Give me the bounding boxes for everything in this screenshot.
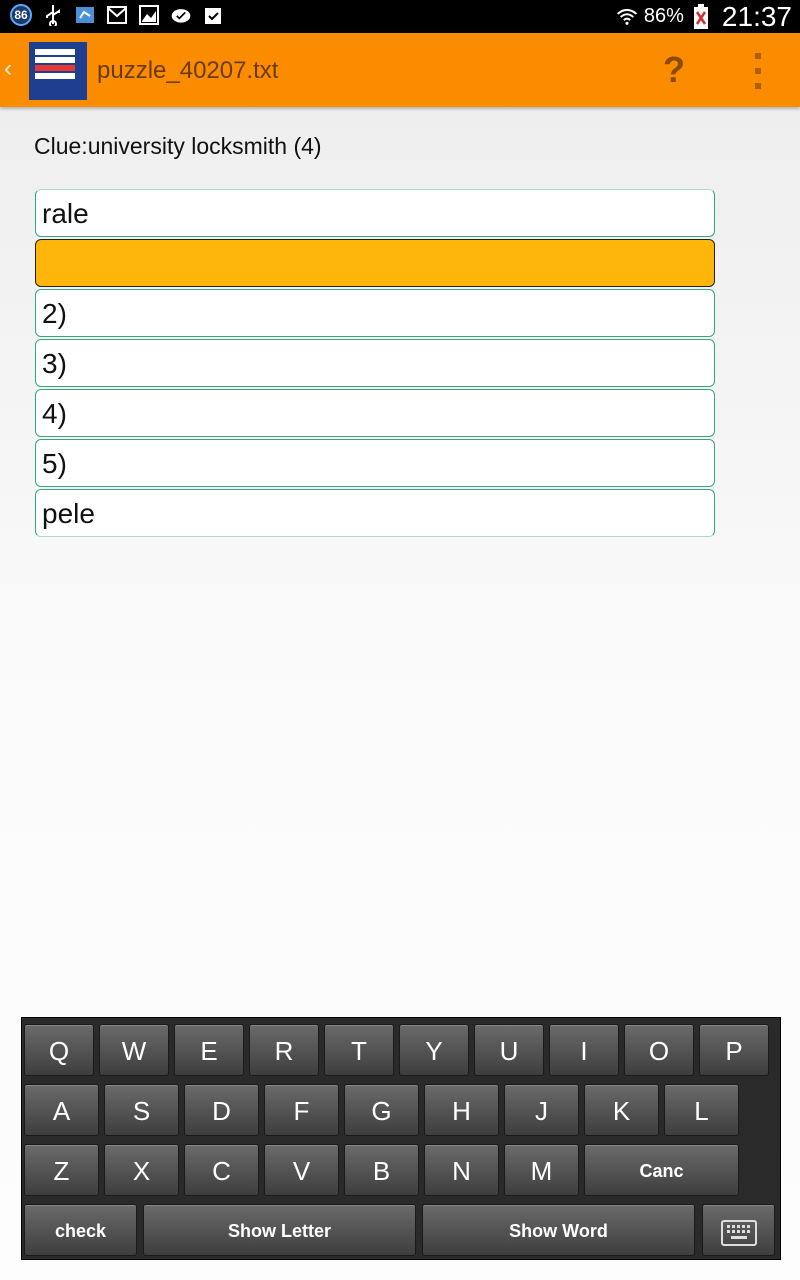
clock: 21:37 [721,0,792,32]
gallery-icon [138,4,160,26]
key-v[interactable]: V [264,1144,339,1196]
status-bar: 86 86% 21:37 [0,0,800,33]
key-l[interactable]: L [664,1084,739,1136]
key-y[interactable]: Y [399,1024,469,1076]
key-c[interactable]: C [184,1144,259,1196]
key-f[interactable]: F [264,1084,339,1136]
word-row[interactable]: 3) [35,339,715,387]
battery-icon [690,3,712,29]
key-u[interactable]: U [474,1024,544,1076]
back-chevron-icon[interactable]: ‹ [4,55,12,83]
key-d[interactable]: D [184,1084,259,1136]
word-row[interactable]: pele [35,489,715,537]
page-title: puzzle_40207.txt [97,57,279,84]
app-icon-bar [35,49,75,55]
key-m[interactable]: M [504,1144,579,1196]
cloud-check-icon [170,4,192,26]
wifi-icon [616,6,638,28]
key-w[interactable]: W [99,1024,169,1076]
menu-dot [755,68,761,74]
key-b[interactable]: B [344,1144,419,1196]
clipboard-check-icon [202,4,224,26]
word-row[interactable]: rale [35,189,715,237]
notification-icons: 86 [10,4,224,26]
key-z[interactable]: Z [24,1144,99,1196]
key-t[interactable]: T [324,1024,394,1076]
key-r[interactable]: R [249,1024,319,1076]
word-row[interactable]: 4) [35,389,715,437]
clue-text: Clue:university locksmith (4) [34,133,322,159]
help-button[interactable]: ? [660,49,688,90]
keyboard: Q W E R T Y U I O P A S D F G H J K L Z … [21,1017,781,1260]
key-k[interactable]: K [584,1084,659,1136]
key-q[interactable]: Q [24,1024,94,1076]
show-letter-button[interactable]: Show Letter [143,1204,416,1256]
app-icon-bar [35,57,75,63]
battery-percent: 86% [643,5,684,27]
key-x[interactable]: X [104,1144,179,1196]
key-o[interactable]: O [624,1024,694,1076]
system-icons: 86% 21:37 [616,0,792,33]
app-icon[interactable] [29,42,87,100]
check-button[interactable]: check [24,1204,137,1256]
key-j[interactable]: J [504,1084,579,1136]
word-row[interactable]: 2) [35,289,715,337]
key-p[interactable]: P [699,1024,769,1076]
usb-icon [42,4,64,26]
key-a[interactable]: A [24,1084,99,1136]
key-i[interactable]: I [549,1024,619,1076]
overflow-menu-icon[interactable] [748,53,768,89]
keyboard-hide-button[interactable] [702,1204,775,1256]
key-n[interactable]: N [424,1144,499,1196]
sync-icon [74,4,96,26]
word-row[interactable]: 5) [35,439,715,487]
word-row-selected[interactable] [35,239,715,287]
app-icon-bar [35,73,75,79]
key-e[interactable]: E [174,1024,244,1076]
menu-dot [755,83,761,89]
key-s[interactable]: S [104,1084,179,1136]
app-icon-bar [35,65,75,71]
gmail-icon [106,4,128,26]
action-bar: ‹ puzzle_40207.txt ? [0,33,800,107]
key-h[interactable]: H [424,1084,499,1136]
cancel-key[interactable]: Canc [584,1144,739,1196]
keyboard-hide-icon [720,1220,757,1247]
key-g[interactable]: G [344,1084,419,1136]
show-word-button[interactable]: Show Word [422,1204,695,1256]
word-list: rale 2) 3) 4) 5) pele [35,189,715,539]
menu-dot [755,53,761,59]
notification-count-badge: 86 [10,4,32,26]
